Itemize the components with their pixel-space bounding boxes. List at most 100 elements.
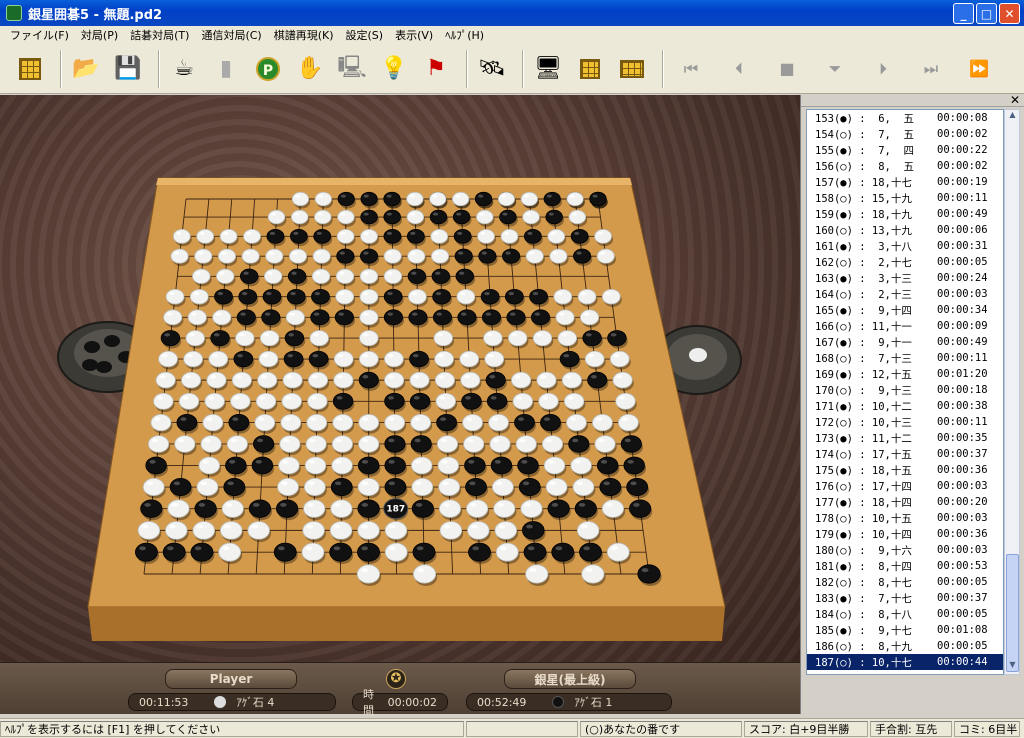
move-row[interactable]: 177(●) : 18,十四 00:00:20 (807, 494, 1003, 510)
move-row[interactable]: 158(○) : 15,十九 00:00:11 (807, 190, 1003, 206)
stone-highlight (222, 546, 230, 551)
flag-icon[interactable]: ⚑ (418, 51, 454, 87)
pass-icon[interactable]: P (250, 51, 286, 87)
white-stone (301, 542, 325, 562)
move-row[interactable]: 171(●) : 10,十二 00:00:38 (807, 398, 1003, 414)
menu-network[interactable]: 通信対局(C) (195, 27, 267, 43)
move-row[interactable]: 156(○) : 8, 五 00:00:02 (807, 158, 1003, 174)
move-time: 00:00:37 (937, 592, 988, 604)
move-row[interactable]: 168(○) : 7,十三 00:00:11 (807, 350, 1003, 366)
move-row[interactable]: 180(○) : 9,十六 00:00:03 (807, 542, 1003, 558)
move-text: 157(●) : 18,十七 (815, 176, 912, 189)
move-row[interactable]: 161(●) : 3,十八 00:00:31 (807, 238, 1003, 254)
move-row[interactable]: 176(○) : 17,十四 00:00:03 (807, 478, 1003, 494)
stone-highlight (585, 568, 593, 573)
move-row[interactable]: 164(○) : 2,十三 00:00:03 (807, 286, 1003, 302)
move-row[interactable]: 153(●) : 6, 五 00:00:08 (807, 110, 1003, 126)
move-row[interactable]: 185(●) : 9,十七 00:01:08 (807, 622, 1003, 638)
back-move-icon[interactable]: ⏷ (814, 51, 856, 87)
black-stone (454, 248, 473, 264)
left-time: 00:11:53 (139, 695, 189, 709)
move-row[interactable]: 174(○) : 17,十五 00:00:37 (807, 446, 1003, 462)
move-row[interactable]: 169(●) : 12,十五 00:01:20 (807, 366, 1003, 382)
move-list[interactable]: 153(●) : 6, 五 00:00:08 154(○) : 7, 五 00:00:… (806, 109, 1004, 675)
menu-help[interactable]: ﾍﾙﾌﾟ(H) (439, 27, 490, 43)
maximize-button[interactable]: □ (976, 3, 997, 24)
move-row[interactable]: 186(○) : 8,十九 00:00:05 (807, 638, 1003, 654)
first-move-icon[interactable]: ⏮ (670, 51, 712, 87)
stone-highlight (193, 291, 199, 296)
move-row[interactable]: 173(●) : 11,十二 00:00:35 (807, 430, 1003, 446)
move-row[interactable]: 175(●) : 18,十五 00:00:36 (807, 462, 1003, 478)
move-row[interactable]: 159(●) : 18,十九 00:00:49 (807, 206, 1003, 222)
scroll-thumb[interactable] (1006, 554, 1019, 672)
resign-hand-icon[interactable]: ✋ (292, 51, 328, 87)
minimize-button[interactable]: _ (953, 3, 974, 24)
move-row[interactable]: 179(●) : 10,十四 00:00:36 (807, 526, 1003, 542)
menu-game[interactable]: 対局(P) (75, 27, 124, 43)
move-row[interactable]: 182(○) : 8,十七 00:00:05 (807, 574, 1003, 590)
board-grid-icon[interactable] (614, 51, 650, 87)
last-move-icon[interactable]: ⏩ (958, 51, 1000, 87)
white-stone (383, 268, 403, 284)
move-row[interactable]: 183(●) : 7,十七 00:00:37 (807, 590, 1003, 606)
stone-highlight (598, 438, 605, 443)
open-folder-icon[interactable]: 📂 (68, 51, 104, 87)
move-row[interactable]: 184(○) : 8,十八 00:00:05 (807, 606, 1003, 622)
move-row[interactable]: 154(○) : 7, 五 00:00:02 (807, 126, 1003, 142)
move-row[interactable]: 181(●) : 8,十四 00:00:53 (807, 558, 1003, 574)
monitor-icon[interactable]: 🖥 (530, 51, 566, 87)
move-time: 00:00:03 (937, 512, 988, 524)
stone-highlight (139, 546, 146, 551)
black-stone (334, 309, 354, 326)
coffee-cup-icon[interactable]: ☕ (166, 51, 202, 87)
next-move-icon[interactable]: ⏵ (862, 51, 904, 87)
lightbulb-hint-icon[interactable]: 💡 (376, 51, 412, 87)
move-row[interactable]: 157(●) : 18,十七 00:00:19 (807, 174, 1003, 190)
stone-highlight (264, 312, 271, 316)
move-row[interactable]: 163(●) : 3,十三 00:00:24 (807, 270, 1003, 286)
stone-highlight (263, 333, 270, 337)
menu-tsumego[interactable]: 詰碁対局(T) (124, 27, 195, 43)
stop-icon[interactable]: ■ (766, 51, 808, 87)
board-setup-icon[interactable] (572, 51, 608, 87)
menu-file[interactable]: ファイル(F) (4, 27, 75, 43)
close-button[interactable]: ✕ (999, 3, 1020, 24)
menu-replay[interactable]: 棋譜再現(K) (268, 27, 340, 43)
prev-move-icon[interactable]: ⏴ (718, 51, 760, 87)
white-stone (170, 248, 189, 264)
white-stone (495, 542, 519, 562)
stone-box-icon[interactable]: ▮ (208, 51, 244, 87)
status-komi: コミ: 6目半 (954, 720, 1020, 737)
white-stone (549, 248, 568, 264)
go-board[interactable]: 187 (0, 95, 800, 662)
white-stone (438, 478, 461, 497)
scroll-up-icon[interactable]: ▲ (1006, 110, 1019, 124)
close-panel-icon[interactable]: ✕ (1010, 93, 1020, 107)
next-fast-icon[interactable]: ⏭ (910, 51, 952, 87)
scrollbar[interactable]: ▲ ▼ (1004, 109, 1020, 675)
move-row[interactable]: 162(○) : 2,十七 00:00:05 (807, 254, 1003, 270)
white-stone (563, 392, 585, 410)
save-disk-icon[interactable]: 💾 (110, 51, 146, 87)
stone-highlight (178, 438, 185, 443)
move-row[interactable]: 165(●) : 9,十四 00:00:34 (807, 302, 1003, 318)
board-view[interactable]: 187 (0, 95, 800, 662)
move-row[interactable]: 155(●) : 7, 四 00:00:22 (807, 142, 1003, 158)
board-icon[interactable] (12, 51, 48, 87)
move-row[interactable]: 167(●) : 9,十一 00:00:49 (807, 334, 1003, 350)
hint-computer-icon[interactable]: 🖳 (334, 51, 370, 87)
stone-highlight (486, 333, 493, 337)
satellite-icon[interactable]: 🛰 (474, 51, 510, 87)
move-row[interactable]: 170(○) : 9,十三 00:00:18 (807, 382, 1003, 398)
move-row[interactable]: 178(○) : 10,十五 00:00:03 (807, 510, 1003, 526)
move-row[interactable]: 187(○) : 10,十七 00:00:44 (807, 654, 1003, 670)
menu-settings[interactable]: 設定(S) (340, 27, 390, 43)
move-row[interactable]: 172(○) : 10,十三 00:00:11 (807, 414, 1003, 430)
stone-highlight (144, 503, 151, 507)
app-icon[interactable] (6, 5, 22, 21)
move-row[interactable]: 160(○) : 13,十九 00:00:06 (807, 222, 1003, 238)
scroll-down-icon[interactable]: ▼ (1006, 660, 1019, 674)
menu-view[interactable]: 表示(V) (389, 27, 439, 43)
move-row[interactable]: 166(○) : 11,十一 00:00:09 (807, 318, 1003, 334)
